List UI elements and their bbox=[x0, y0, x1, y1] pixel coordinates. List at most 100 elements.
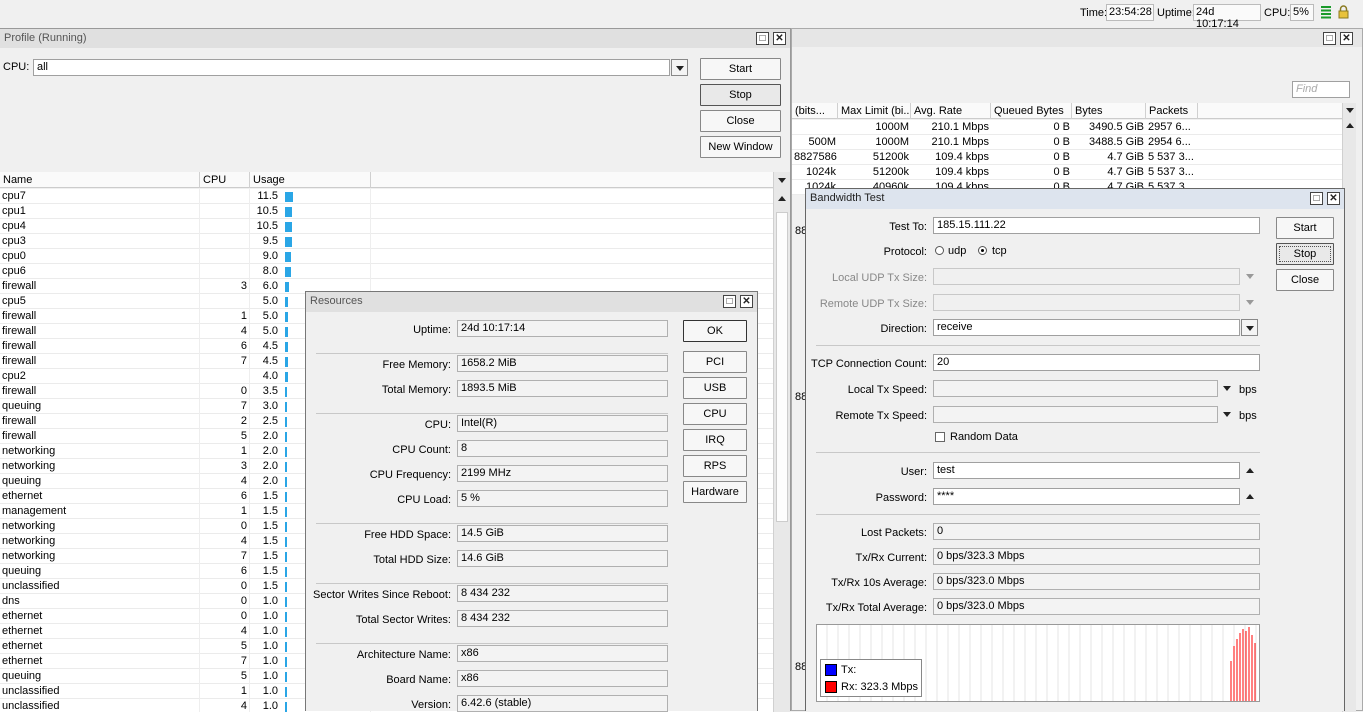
chevron-down-icon[interactable] bbox=[1223, 412, 1231, 417]
col-header[interactable]: Queued Bytes bbox=[991, 103, 1072, 119]
cell-cpu: 5 bbox=[200, 639, 250, 654]
stop-button[interactable]: Stop bbox=[700, 84, 781, 106]
cell-name: networking bbox=[0, 444, 200, 459]
cpu-dropdown-button[interactable] bbox=[671, 59, 688, 76]
close-icon[interactable]: ✕ bbox=[1340, 32, 1353, 45]
cell-usage: 1.0 bbox=[262, 640, 278, 652]
cpu-select[interactable]: all bbox=[33, 59, 670, 76]
resource-label: Free Memory: bbox=[382, 359, 451, 371]
password-input[interactable]: **** bbox=[933, 488, 1240, 505]
local-speed-input[interactable] bbox=[933, 380, 1218, 397]
irq-button[interactable]: IRQ bbox=[683, 429, 747, 451]
resource-value: 8 434 232 bbox=[457, 585, 668, 602]
maximize-icon[interactable]: □ bbox=[1310, 192, 1323, 205]
cell: 1000M bbox=[875, 136, 909, 148]
usage-bar bbox=[285, 612, 287, 622]
ok-button[interactable]: OK bbox=[683, 320, 747, 342]
cell-cpu: 1 bbox=[200, 309, 250, 324]
lock-icon[interactable] bbox=[1338, 5, 1349, 19]
col-header[interactable]: Packets bbox=[1146, 103, 1198, 119]
maximize-icon[interactable]: □ bbox=[756, 32, 769, 45]
col-header[interactable]: (bits... bbox=[792, 103, 838, 119]
usage-bar bbox=[285, 477, 287, 487]
cell-name: firewall bbox=[0, 354, 200, 369]
uptime-value: 24d 10:17:14 bbox=[1193, 4, 1261, 30]
cell-usage: 5.0 bbox=[262, 295, 278, 307]
rps-button[interactable]: RPS bbox=[683, 455, 747, 477]
scroll-thumb[interactable] bbox=[776, 212, 788, 522]
remote-speed-label: Remote Tx Speed: bbox=[835, 410, 927, 422]
chevron-up-icon[interactable] bbox=[1246, 468, 1254, 473]
user-input[interactable]: test bbox=[933, 462, 1240, 479]
password-label: Password: bbox=[875, 492, 927, 504]
usage-bar bbox=[285, 687, 287, 697]
pci-button[interactable]: PCI bbox=[683, 351, 747, 373]
table-row[interactable]: 8827586 51200k 109.4 kbps 0 B 4.7 GiB 5 537 3… bbox=[792, 150, 1342, 165]
hardware-button[interactable]: Hardware bbox=[683, 481, 747, 503]
queues-table-header: (bits... Max Limit (bi... Avg. Rate Queu… bbox=[792, 103, 1342, 119]
table-row[interactable]: 1000M 210.1 Mbps 0 B 3490.5 GiB 2957 6... bbox=[792, 120, 1342, 135]
col-header[interactable]: Bytes bbox=[1072, 103, 1146, 119]
columns-dropdown-icon[interactable] bbox=[1346, 108, 1354, 113]
maximize-icon[interactable]: □ bbox=[723, 295, 736, 308]
test-to-input[interactable]: 185.15.111.22 bbox=[933, 217, 1260, 234]
direction-select[interactable]: receive bbox=[933, 319, 1240, 336]
cell-usage: 9.5 bbox=[262, 235, 278, 247]
profile-scrollbar[interactable] bbox=[773, 172, 790, 712]
table-row[interactable]: 1024k 51200k 109.4 kbps 0 B 4.7 GiB 5 537 3..… bbox=[792, 165, 1342, 180]
udp-radio[interactable] bbox=[935, 246, 944, 255]
resource-label: CPU Load: bbox=[397, 494, 451, 506]
resource-label: Total HDD Size: bbox=[373, 554, 451, 566]
tcp-radio[interactable] bbox=[978, 246, 987, 255]
chevron-down-icon[interactable] bbox=[1223, 386, 1231, 391]
resource-label: CPU Count: bbox=[392, 444, 451, 456]
table-row[interactable]: cpu0 9.0 bbox=[0, 249, 773, 264]
column-divider bbox=[370, 264, 371, 279]
stop-button[interactable]: Stop bbox=[1276, 243, 1334, 265]
cpu-value: 5% bbox=[1290, 4, 1314, 21]
cpu-button[interactable]: CPU bbox=[683, 403, 747, 425]
close-icon[interactable]: ✕ bbox=[773, 32, 786, 45]
col-header-name[interactable]: Name bbox=[0, 172, 200, 188]
cell-usage: 1.5 bbox=[262, 535, 278, 547]
start-button[interactable]: Start bbox=[1276, 217, 1334, 239]
cell: 109.4 kbps bbox=[935, 151, 989, 163]
maximize-icon[interactable]: □ bbox=[1323, 32, 1336, 45]
start-button[interactable]: Start bbox=[700, 58, 781, 80]
col-header-usage[interactable]: Usage bbox=[250, 172, 371, 188]
new-window-button[interactable]: New Window bbox=[700, 136, 781, 158]
random-data-checkbox[interactable] bbox=[935, 432, 945, 442]
cell-cpu: 5 bbox=[200, 669, 250, 684]
close-button[interactable]: Close bbox=[1276, 269, 1334, 291]
profile-title: Profile (Running) bbox=[0, 29, 790, 48]
usage-bar bbox=[285, 312, 288, 322]
table-row[interactable]: cpu3 9.5 bbox=[0, 234, 773, 249]
cell-cpu: 2 bbox=[200, 414, 250, 429]
tcp-count-input[interactable]: 20 bbox=[933, 354, 1260, 371]
scroll-up-icon[interactable] bbox=[778, 196, 786, 201]
col-header[interactable]: Max Limit (bi... bbox=[838, 103, 911, 119]
table-row[interactable]: cpu6 8.0 bbox=[0, 264, 773, 279]
find-input[interactable]: Find bbox=[1292, 81, 1350, 98]
table-row[interactable]: cpu1 10.5 bbox=[0, 204, 773, 219]
table-row[interactable]: cpu4 10.5 bbox=[0, 219, 773, 234]
scroll-up-icon[interactable] bbox=[1346, 123, 1354, 128]
close-icon[interactable]: ✕ bbox=[1327, 192, 1340, 205]
cell: 210.1 Mbps bbox=[931, 121, 989, 133]
chevron-up-icon[interactable] bbox=[1246, 494, 1254, 499]
protocol-label: Protocol: bbox=[883, 246, 927, 258]
resource-value: 1893.5 MiB bbox=[457, 380, 668, 397]
close-icon[interactable]: ✕ bbox=[740, 295, 753, 308]
table-row[interactable]: 500M 1000M 210.1 Mbps 0 B 3488.5 GiB 2954 6..… bbox=[792, 135, 1342, 150]
close-button[interactable]: Close bbox=[700, 110, 781, 132]
table-row[interactable]: cpu7 11.5 bbox=[0, 189, 773, 204]
direction-dropdown-button[interactable] bbox=[1241, 319, 1258, 336]
col-header[interactable]: Avg. Rate bbox=[911, 103, 991, 119]
remote-speed-input[interactable] bbox=[933, 406, 1218, 423]
usb-button[interactable]: USB bbox=[683, 377, 747, 399]
rx-color-swatch bbox=[825, 681, 837, 693]
columns-dropdown-icon[interactable] bbox=[778, 178, 786, 183]
tx-color-swatch bbox=[825, 664, 837, 676]
usage-bar bbox=[285, 597, 287, 607]
col-header-cpu[interactable]: CPU bbox=[200, 172, 250, 188]
